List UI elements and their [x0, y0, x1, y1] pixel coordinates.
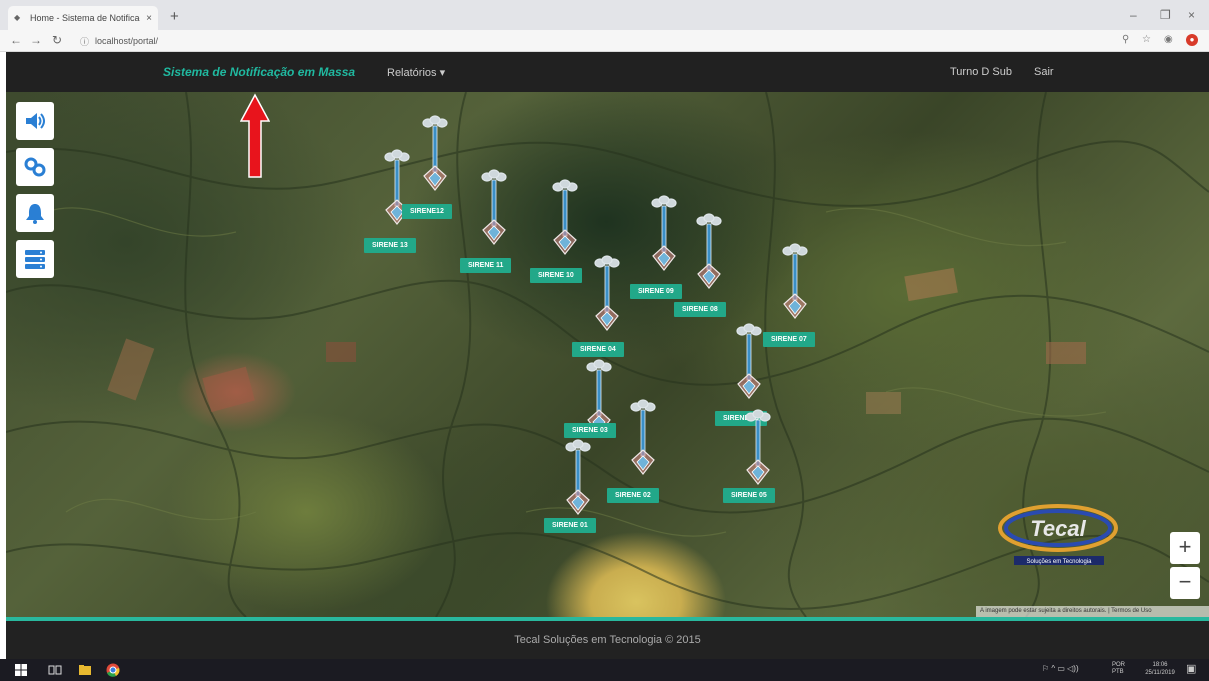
- siren-tower-icon[interactable]: [734, 322, 764, 402]
- annotation-arrow-icon: [240, 93, 270, 178]
- url-text: localhost/portal/: [95, 36, 159, 46]
- logo-subtext: Soluções em Tecnologia: [1027, 559, 1093, 565]
- forward-icon[interactable]: →: [30, 33, 42, 47]
- bookmark-star-icon[interactable]: ☆: [1142, 34, 1151, 45]
- siren-label[interactable]: SIRENE 13: [364, 238, 416, 253]
- tab-close-icon[interactable]: ×: [146, 13, 152, 24]
- siren-tower-icon[interactable]: [780, 242, 810, 322]
- tray-icons[interactable]: ⚐ ^ ▭ ◁)): [1042, 664, 1079, 673]
- maximize-button[interactable]: ❐: [1160, 8, 1171, 22]
- reports-menu[interactable]: Relatórios ▾: [387, 66, 445, 79]
- zoom-indicator-icon[interactable]: ⚲: [1122, 34, 1129, 45]
- siren-tower-icon[interactable]: [550, 178, 580, 258]
- siren-tower-icon[interactable]: [694, 212, 724, 292]
- windows-start-icon[interactable]: [14, 663, 28, 677]
- bell-icon: [26, 204, 44, 224]
- zoom-in-button[interactable]: +: [1170, 532, 1200, 564]
- tray-time: 18:06: [1152, 662, 1168, 668]
- logo-wordmark: Tecal: [1030, 516, 1086, 541]
- siren-tower-icon[interactable]: [479, 168, 509, 248]
- logout-link[interactable]: Sair: [1034, 66, 1054, 78]
- url-field[interactable]: ⓘ localhost/portal/: [80, 33, 1110, 49]
- siren-label[interactable]: SIRENE 01: [544, 518, 596, 533]
- footer-text: Tecal Soluções em Tecnologia © 2015: [514, 634, 701, 646]
- siren-label[interactable]: SIRENE 03: [564, 423, 616, 438]
- minimize-button[interactable]: –: [1130, 8, 1137, 22]
- alarm-control-button[interactable]: [16, 194, 54, 232]
- siren-label[interactable]: SIRENE 10: [530, 268, 582, 283]
- task-view-icon[interactable]: [48, 663, 62, 677]
- windows-taskbar: ⚐ ^ ▭ ◁)) POR PTB 18:06 25/11/2019 ▣: [0, 659, 1209, 681]
- page-footer: Tecal Soluções em Tecnologia © 2015: [6, 621, 1209, 659]
- siren-label[interactable]: SIRENE 11: [460, 258, 512, 273]
- zoom-out-button[interactable]: −: [1170, 567, 1200, 599]
- siren-label[interactable]: SIRENE 05: [723, 488, 775, 503]
- siren-label[interactable]: SIRENE12: [402, 204, 452, 219]
- site-info-icon[interactable]: ⓘ: [80, 35, 89, 48]
- siren-label[interactable]: SIRENE 09: [630, 284, 682, 299]
- tecal-logo: Tecal Soluções em Tecnologia: [998, 504, 1118, 565]
- link-control-button[interactable]: [16, 148, 54, 186]
- server-list-icon: [25, 250, 45, 269]
- tray-clock[interactable]: 18:06 25/11/2019: [1140, 661, 1180, 677]
- siren-label[interactable]: SIRENE 04: [572, 342, 624, 357]
- user-name[interactable]: Turno D Sub: [950, 66, 1012, 78]
- chrome-icon[interactable]: [106, 663, 120, 677]
- siren-label[interactable]: SIRENE 02: [607, 488, 659, 503]
- notification-center-icon[interactable]: ▣: [1186, 662, 1196, 675]
- browser-addressbar: ← → ↻ ⓘ localhost/portal/ ⚲ ☆ ◉ ●: [0, 30, 1209, 52]
- siren-label[interactable]: SIRENE 08: [674, 302, 726, 317]
- sound-control-button[interactable]: [16, 102, 54, 140]
- server-list-control-button[interactable]: [16, 240, 54, 278]
- siren-label[interactable]: SIRENE 07: [763, 332, 815, 347]
- siren-tower-icon[interactable]: [563, 438, 593, 518]
- tray-language[interactable]: POR PTB: [1112, 662, 1134, 676]
- window-close-button[interactable]: ×: [1188, 8, 1195, 22]
- account-icon[interactable]: ◉: [1164, 34, 1173, 45]
- page-favicon-icon: ◆: [14, 13, 21, 22]
- map-attribution[interactable]: A imagem pode estar sujeita a direitos a…: [976, 606, 1209, 617]
- extension-icon[interactable]: ●: [1186, 34, 1198, 46]
- app-navbar: Sistema de Notificação em Massa Relatóri…: [6, 52, 1209, 92]
- satellite-map[interactable]: SIRENE 13 SIRENE12 SIRENE 11 SIRENE 10 SIREN…: [6, 92, 1209, 617]
- siren-tower-icon[interactable]: [743, 408, 773, 488]
- file-explorer-icon[interactable]: [78, 663, 92, 677]
- siren-tower-icon[interactable]: [592, 254, 622, 334]
- tab-title: Home - Sistema de Notificação: [30, 13, 140, 23]
- back-icon[interactable]: ←: [10, 33, 22, 47]
- app-brand[interactable]: Sistema de Notificação em Massa: [163, 65, 355, 79]
- reload-icon[interactable]: ↻: [52, 33, 62, 47]
- new-tab-button[interactable]: +: [170, 8, 179, 25]
- siren-tower-icon[interactable]: [649, 194, 679, 274]
- tray-date: 25/11/2019: [1145, 670, 1175, 676]
- browser-tab[interactable]: ◆ Home - Sistema de Notificação ×: [8, 6, 158, 30]
- browser-tabbar: ◆ Home - Sistema de Notificação × + – ❐ …: [0, 0, 1209, 30]
- siren-tower-icon[interactable]: [628, 398, 658, 478]
- speaker-icon: [26, 113, 45, 129]
- link-icon: [24, 157, 46, 177]
- siren-tower-icon[interactable]: [420, 114, 450, 194]
